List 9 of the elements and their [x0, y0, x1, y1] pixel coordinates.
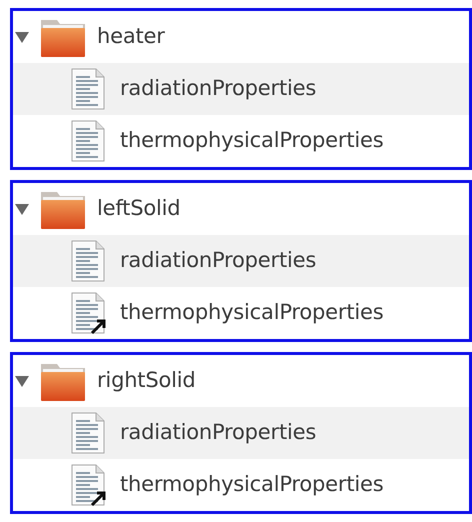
file-name[interactable]: thermophysicalProperties	[120, 297, 384, 329]
expander-icon[interactable]	[15, 203, 29, 215]
expander-icon[interactable]	[15, 375, 29, 387]
folder-name[interactable]: heater	[97, 21, 165, 53]
expander-icon[interactable]	[15, 31, 29, 43]
folder-name[interactable]: leftSolid	[97, 193, 180, 225]
folder-name[interactable]: rightSolid	[97, 365, 196, 397]
file-name[interactable]: thermophysicalProperties	[120, 469, 384, 501]
file-name[interactable]: thermophysicalProperties	[120, 125, 384, 157]
